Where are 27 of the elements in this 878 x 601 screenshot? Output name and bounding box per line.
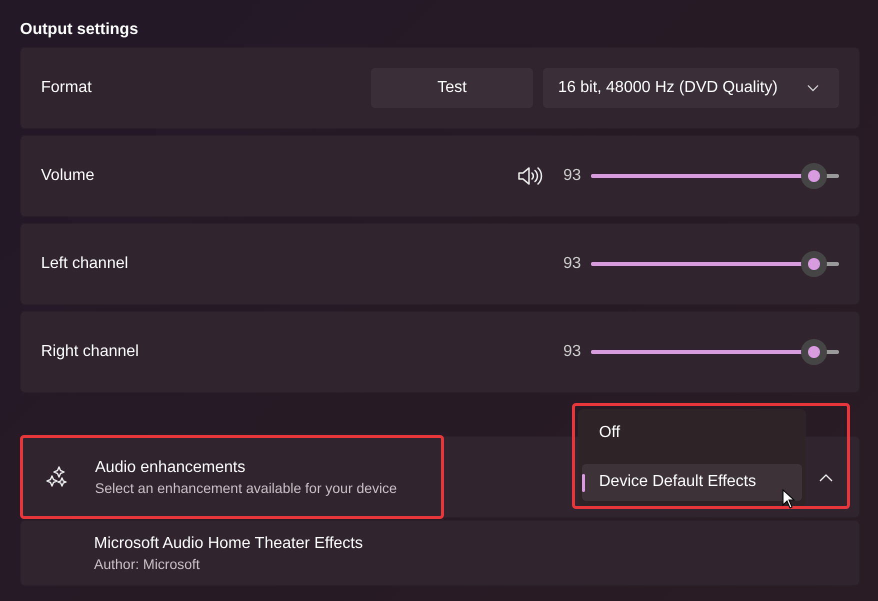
effect-author: Author: Microsoft bbox=[94, 556, 201, 572]
slider-thumb[interactable] bbox=[801, 339, 828, 365]
cursor-icon bbox=[782, 489, 796, 509]
row-label: Volume bbox=[41, 167, 94, 185]
section-heading: Output settings bbox=[20, 20, 140, 40]
speaker-icon[interactable] bbox=[517, 166, 543, 186]
slider-value: 93 bbox=[562, 343, 581, 361]
expander-subtitle: Select an enhancement available for your device bbox=[95, 480, 397, 496]
test-button[interactable]: Test bbox=[371, 68, 533, 108]
slider-thumb[interactable] bbox=[801, 163, 828, 189]
expander-title: Audio enhancements bbox=[95, 458, 246, 476]
row-label: Right channel bbox=[41, 343, 139, 361]
format-dropdown[interactable]: 16 bit, 48000 Hz (DVD Quality) bbox=[543, 68, 839, 108]
slider-value: 93 bbox=[562, 167, 581, 185]
chevron-down-icon bbox=[807, 84, 819, 92]
slider[interactable] bbox=[591, 251, 839, 277]
chevron-up-icon[interactable] bbox=[819, 472, 833, 482]
slider[interactable] bbox=[591, 163, 839, 189]
menu-option[interactable]: Device Default Effects bbox=[582, 464, 802, 501]
slider-value: 93 bbox=[562, 255, 581, 273]
sparkle-icon bbox=[45, 465, 69, 489]
slider-thumb[interactable] bbox=[801, 251, 828, 277]
slider[interactable] bbox=[591, 339, 839, 365]
effect-title: Microsoft Audio Home Theater Effects bbox=[94, 534, 363, 552]
row-label: Format bbox=[41, 79, 92, 97]
selection-indicator bbox=[582, 474, 585, 492]
row-label: Left channel bbox=[41, 255, 128, 273]
